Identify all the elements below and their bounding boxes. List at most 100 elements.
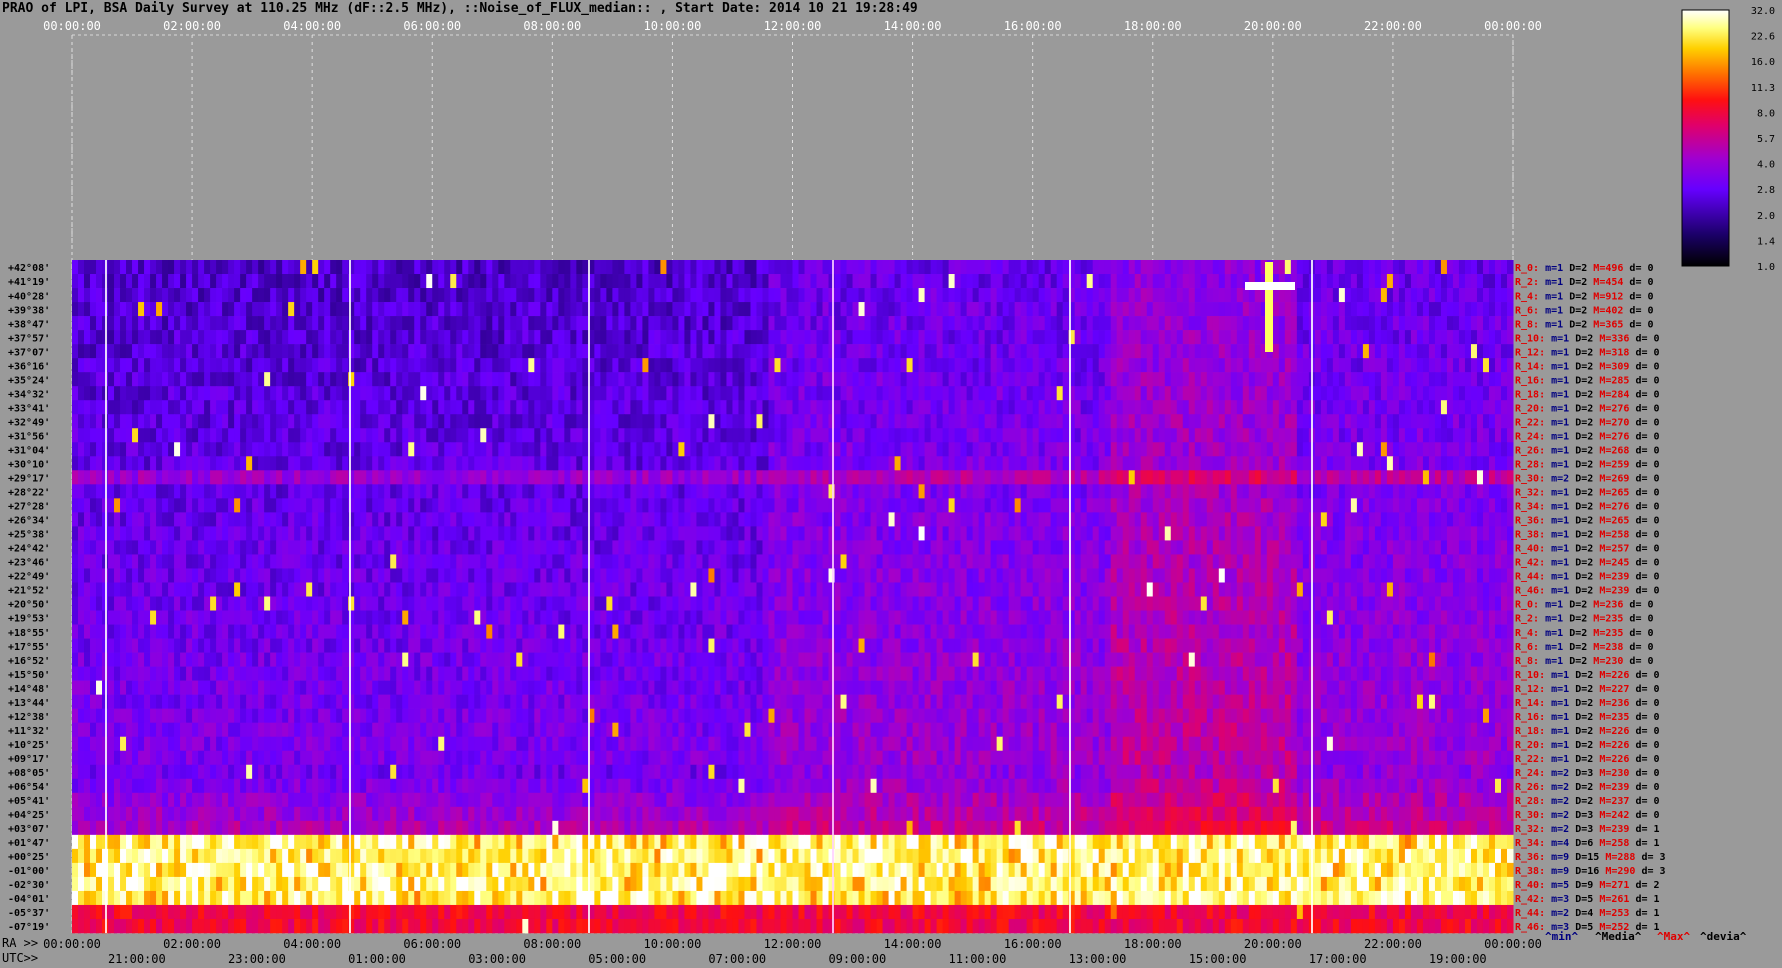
heatmap-cell — [648, 274, 655, 289]
heatmap-cell — [540, 274, 547, 289]
heatmap-cell — [636, 316, 643, 331]
heatmap-cell — [756, 260, 763, 275]
heatmap-cell — [486, 400, 493, 415]
heatmap-cell — [1038, 456, 1046, 471]
heatmap-cell — [1002, 498, 1010, 513]
heatmap-cell — [186, 484, 193, 499]
heatmap-cell — [1206, 344, 1214, 359]
heatmap-cell — [606, 414, 613, 429]
heatmap-cell — [1404, 526, 1412, 541]
heatmap-cell — [1086, 456, 1094, 471]
heatmap-cell — [960, 372, 968, 387]
heatmap-cell — [522, 512, 529, 527]
heatmap-cell — [228, 400, 235, 415]
heatmap-cell — [270, 526, 277, 541]
heatmap-cell — [1020, 428, 1028, 443]
heatmap-cell — [384, 400, 391, 415]
heatmap-cell — [840, 316, 848, 331]
heatmap-cell — [1380, 274, 1388, 289]
heatmap-cell — [330, 540, 337, 555]
heatmap-cell — [384, 484, 391, 499]
heatmap-cell — [966, 470, 974, 485]
heatmap-cell — [1500, 442, 1508, 457]
heatmap-cell — [1248, 442, 1256, 457]
heatmap-cell — [1380, 358, 1388, 373]
heatmap-cell — [900, 288, 908, 303]
heatmap-cell — [1092, 274, 1100, 289]
heatmap-cell — [150, 414, 157, 429]
heatmap-cell — [1194, 344, 1202, 359]
heatmap-cell — [582, 512, 589, 527]
heatmap-cell — [504, 386, 511, 401]
heatmap-cell — [696, 386, 703, 401]
heatmap-cell — [606, 400, 613, 415]
heatmap-cell — [828, 358, 836, 373]
heatmap-cell — [1272, 456, 1280, 471]
heatmap-cell — [84, 414, 91, 429]
heatmap-cell — [1020, 386, 1028, 401]
heatmap-cell — [582, 526, 589, 541]
heatmap-cell — [1074, 330, 1082, 345]
heatmap-cell — [216, 526, 223, 541]
heatmap-cell — [96, 302, 103, 317]
heatmap-cell — [840, 386, 848, 401]
heatmap-cell — [684, 344, 691, 359]
heatmap-cell — [1110, 386, 1118, 401]
heatmap-cell — [72, 358, 79, 373]
heatmap-cell — [1398, 316, 1406, 331]
heatmap-cell — [378, 484, 385, 499]
heatmap-cell — [222, 288, 229, 303]
heatmap-cell — [612, 288, 619, 303]
heatmap-cell — [558, 442, 565, 457]
heatmap-cell — [1044, 470, 1052, 485]
heatmap-cell — [408, 358, 415, 373]
heatmap-cell — [1374, 512, 1382, 527]
heatmap-cell — [846, 414, 854, 429]
heatmap-cell — [1206, 414, 1214, 429]
heatmap-cell — [954, 414, 962, 429]
heatmap-cell — [672, 386, 679, 401]
heatmap-cell — [1260, 512, 1268, 527]
heatmap-cell — [1014, 344, 1022, 359]
heatmap-cell — [1152, 344, 1160, 359]
heatmap-cell — [804, 456, 812, 471]
heatmap-cell — [864, 344, 872, 359]
heatmap-cell — [1302, 526, 1310, 541]
heatmap-cell — [1194, 302, 1202, 317]
heatmap-cell — [1416, 330, 1424, 345]
heatmap-cell — [342, 526, 349, 541]
heatmap-cell — [1254, 316, 1262, 331]
heatmap-cell — [1416, 512, 1424, 527]
heatmap-cell — [1494, 414, 1502, 429]
heatmap-cell — [1314, 302, 1322, 317]
heatmap-cell — [912, 456, 920, 471]
heatmap-cell — [300, 414, 307, 429]
heatmap-cell — [822, 316, 830, 331]
heatmap-cell — [930, 442, 938, 457]
heatmap-cell — [462, 498, 469, 513]
heatmap-cell — [1386, 470, 1394, 485]
heatmap-cell — [528, 540, 535, 555]
heatmap-cell — [1452, 386, 1460, 401]
heatmap-cell — [966, 372, 974, 387]
heatmap-cell — [546, 358, 553, 373]
heatmap-cell — [726, 372, 733, 387]
heatmap-cell — [948, 484, 956, 499]
heatmap-cell — [1242, 470, 1250, 485]
heatmap-cell — [1200, 512, 1208, 527]
heatmap-cell — [234, 498, 241, 513]
heatmap-cell — [1116, 512, 1124, 527]
heatmap-cell — [594, 512, 601, 527]
heatmap-cell — [1296, 512, 1304, 527]
heatmap-cell — [924, 330, 932, 345]
heatmap-cell — [1044, 414, 1052, 429]
heatmap-cell — [378, 442, 385, 457]
heatmap-cell — [948, 260, 956, 275]
heatmap-cell — [1434, 414, 1442, 429]
heatmap-cell — [1326, 442, 1334, 457]
heatmap-cell — [84, 456, 91, 471]
heatmap-cell — [1428, 498, 1436, 513]
heatmap-cell — [120, 274, 127, 289]
heatmap-cell — [318, 526, 325, 541]
heatmap-cell — [408, 386, 415, 401]
